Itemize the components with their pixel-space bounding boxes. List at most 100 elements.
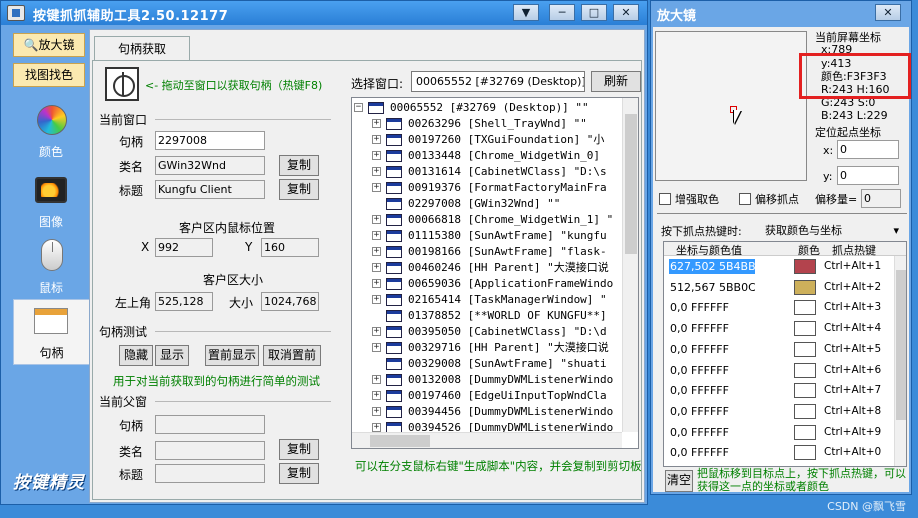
menu-dropdown-button[interactable]: ▼ bbox=[513, 4, 539, 21]
table-row[interactable]: 0,0 FFFFFF Ctrl+Alt+8 bbox=[664, 401, 906, 422]
app-logo: 按键精灵 bbox=[13, 473, 85, 493]
mouse-y-field[interactable]: 160 bbox=[261, 238, 319, 257]
tree-horizontal-scrollbar[interactable] bbox=[352, 432, 622, 448]
coord-color-value: 0,0 FFFFFF bbox=[670, 301, 729, 315]
expand-icon[interactable]: + bbox=[372, 247, 381, 256]
tree-node-label: 00329716 [HH Parent] "大漠接口说 bbox=[408, 341, 609, 354]
copy-parent-title-button[interactable]: 复制 bbox=[279, 463, 319, 484]
sidebar-item-handle[interactable]: 句柄 bbox=[13, 299, 89, 365]
topleft-field[interactable]: 525,128 bbox=[155, 292, 213, 311]
window-node-icon bbox=[386, 230, 402, 242]
expand-icon[interactable]: + bbox=[372, 295, 381, 304]
rgb-b-l: B:243 L:229 bbox=[821, 109, 888, 122]
coord-color-value: 0,0 FFFFFF bbox=[670, 425, 729, 439]
offset-point-label: 偏移抓点 bbox=[755, 193, 799, 206]
close-button[interactable]: ✕ bbox=[613, 4, 639, 21]
table-row[interactable]: 0,0 FFFFFF Ctrl+Alt+6 bbox=[664, 360, 906, 381]
crosshair-drag-icon[interactable] bbox=[105, 67, 139, 101]
select-window-dropdown[interactable]: 00065552 [#32769 (Desktop)] "" bbox=[411, 71, 585, 92]
magnifier-button-label: 放大镜 bbox=[38, 38, 75, 52]
expand-icon[interactable]: + bbox=[372, 151, 381, 160]
expand-icon[interactable]: + bbox=[372, 167, 381, 176]
coord-color-value: 0,0 FFFFFF bbox=[670, 404, 729, 418]
sidebar-item-color[interactable]: 颜色 bbox=[13, 99, 89, 165]
table-row[interactable]: 0,0 FFFFFF Ctrl+Alt+3 bbox=[664, 297, 906, 318]
hide-button[interactable]: 隐藏 bbox=[119, 345, 153, 366]
color-point-table[interactable]: 坐标与颜色值 颜色 抓点热键 627,502 5B4BB3 Ctrl+Alt+1 5… bbox=[663, 241, 907, 467]
mouse-x-label: X bbox=[141, 240, 150, 254]
expand-icon[interactable]: + bbox=[372, 215, 381, 224]
copy-title-button[interactable]: 复制 bbox=[279, 179, 319, 200]
coord-color-value: 0,0 FFFFFF bbox=[670, 384, 729, 398]
tree-vertical-scrollbar[interactable] bbox=[622, 98, 638, 432]
table-row[interactable]: 512,567 5BB0CD Ctrl+Alt+2 bbox=[664, 277, 906, 298]
table-row[interactable]: 0,0 FFFFFF Ctrl+Alt+0 bbox=[664, 442, 906, 463]
select-window-label: 选择窗口: bbox=[351, 77, 404, 91]
origin-x-input[interactable]: 0 bbox=[837, 140, 899, 159]
origin-y-input[interactable]: 0 bbox=[837, 166, 899, 185]
offset-point-checkbox[interactable] bbox=[739, 193, 751, 205]
cancel-front-button[interactable]: 取消置前 bbox=[263, 345, 321, 366]
collapse-icon[interactable]: − bbox=[354, 103, 363, 112]
show-button[interactable]: 显示 bbox=[155, 345, 189, 366]
magnifier-close-button[interactable]: ✕ bbox=[875, 4, 901, 21]
sidebar-item-mouse[interactable]: 鼠标 bbox=[13, 235, 89, 301]
minimize-button[interactable]: ─ bbox=[549, 4, 575, 21]
expand-icon[interactable]: + bbox=[372, 263, 381, 272]
expand-icon[interactable]: + bbox=[372, 375, 381, 384]
expand-icon[interactable]: + bbox=[372, 119, 381, 128]
magnifier-button[interactable]: 🔍放大镜 bbox=[13, 33, 85, 57]
parent-handle-field[interactable] bbox=[155, 415, 265, 434]
expand-icon[interactable]: + bbox=[372, 183, 381, 192]
mouse-y-label: Y bbox=[245, 240, 253, 254]
maximize-button[interactable]: □ bbox=[581, 4, 607, 21]
expand-icon[interactable]: + bbox=[372, 231, 381, 240]
hotkey-label: Ctrl+Alt+0 bbox=[824, 446, 882, 459]
table-row[interactable]: 0,0 FFFFFF Ctrl+Alt+7 bbox=[664, 380, 906, 401]
window-handle-icon bbox=[34, 308, 68, 334]
handle-panel: 句柄获取 <- 拖动至窗口以获取句柄（热键F8) 当前窗口 句柄 2297008… bbox=[89, 29, 645, 503]
expand-icon[interactable]: + bbox=[372, 279, 381, 288]
clear-button[interactable]: 清空 bbox=[665, 470, 693, 492]
hotkey-action-dropdown[interactable]: 获取颜色与坐标 ▾ bbox=[761, 221, 903, 242]
copy-class-button[interactable]: 复制 bbox=[279, 155, 319, 176]
enhance-color-checkbox[interactable] bbox=[659, 193, 671, 205]
color-wheel-icon bbox=[37, 105, 67, 135]
expand-icon[interactable]: + bbox=[372, 343, 381, 352]
expand-icon[interactable]: + bbox=[372, 135, 381, 144]
table-row[interactable]: 0,0 FFFFFF Ctrl+Alt+5 bbox=[664, 339, 906, 360]
color-swatch bbox=[794, 424, 816, 440]
table-row[interactable]: 0,0 FFFFFF Ctrl+Alt+4 bbox=[664, 318, 906, 339]
size-field[interactable]: 1024,768 bbox=[261, 292, 319, 311]
sidebar-item-label: 句柄 bbox=[39, 346, 64, 360]
title-bar[interactable]: 按键抓抓辅助工具2.50.12177 ▼ ─ □ ✕ bbox=[1, 1, 647, 25]
table-row[interactable]: 627,502 5B4BB3 Ctrl+Alt+1 bbox=[664, 256, 906, 277]
refresh-button[interactable]: 刷新 bbox=[591, 71, 641, 92]
window-node-icon bbox=[386, 358, 402, 370]
handle-field[interactable]: 2297008 bbox=[155, 131, 265, 150]
title-field[interactable]: Kungfu Client bbox=[155, 180, 265, 199]
table-row[interactable]: 0,0 FFFFFF Ctrl+Alt+9 bbox=[664, 422, 906, 443]
parent-title-field[interactable] bbox=[155, 464, 265, 483]
class-field[interactable]: GWin32Wnd bbox=[155, 156, 265, 175]
expand-icon[interactable]: + bbox=[372, 423, 381, 432]
expand-icon[interactable]: + bbox=[372, 391, 381, 400]
tab-handle[interactable]: 句柄获取 bbox=[94, 36, 190, 60]
offset-amount-label: 偏移量= bbox=[815, 193, 858, 206]
window-tree[interactable]: +00394526 [DummyDWMListenerWindo +0039445… bbox=[351, 97, 639, 449]
find-image-color-button[interactable]: 找图找色 bbox=[13, 63, 85, 87]
expand-icon[interactable]: + bbox=[372, 327, 381, 336]
tree-node-label: 00198166 [SunAwtFrame] "flask- bbox=[408, 245, 607, 258]
offset-amount-input[interactable]: 0 bbox=[861, 189, 901, 208]
color-swatch bbox=[794, 321, 816, 337]
color-swatch bbox=[794, 403, 816, 419]
tree-node-label: 00395050 [CabinetWClass] "D:\d bbox=[408, 325, 607, 338]
sidebar-item-label: 鼠标 bbox=[38, 281, 63, 295]
mouse-x-field[interactable]: 992 bbox=[155, 238, 213, 257]
magnifier-body: 当前屏幕坐标 x:789 y:413 颜色:F3F3F3 R:243 H:160… bbox=[653, 27, 911, 493]
bring-front-button[interactable]: 置前显示 bbox=[205, 345, 259, 366]
copy-parent-class-button[interactable]: 复制 bbox=[279, 439, 319, 460]
expand-icon[interactable]: + bbox=[372, 407, 381, 416]
sidebar-item-image[interactable]: 图像 bbox=[13, 169, 89, 235]
parent-class-field[interactable] bbox=[155, 441, 265, 460]
